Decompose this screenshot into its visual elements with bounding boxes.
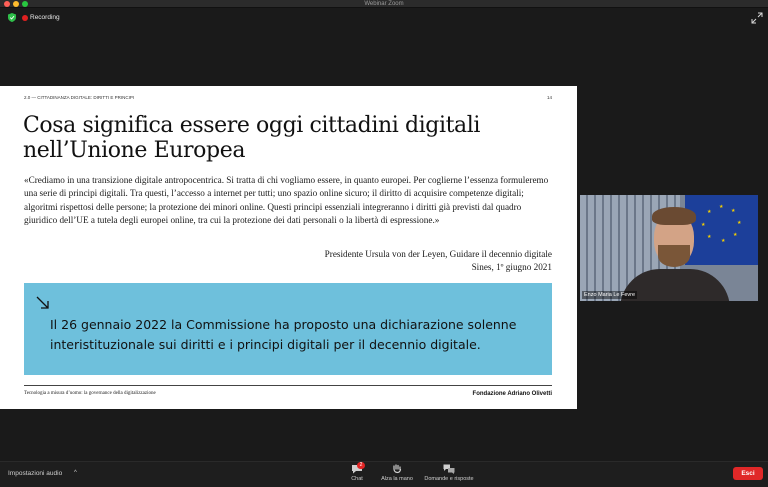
recording-label: Recording xyxy=(30,14,60,21)
qa-label: Domande e risposte xyxy=(424,476,474,482)
slide-title: Cosa significa essere oggi cittadini dig… xyxy=(23,113,553,163)
participant-name-label: Enzo Maria Le Fevre xyxy=(582,291,638,299)
slide-footer-divider xyxy=(24,385,552,386)
slide-quote: «Crediamo in una transizione digitale an… xyxy=(24,175,549,225)
audio-settings-button[interactable]: Impostazioni audio xyxy=(8,470,62,477)
slide-footer-left: Tecnologia a misura d’uomo: la governanc… xyxy=(24,391,156,396)
slide-page-number: 14 xyxy=(546,95,552,100)
attribution-place-date: Sines, 1º giugno 2021 xyxy=(471,262,552,273)
hand-icon xyxy=(393,464,402,474)
slide-section-label: 2.0 — CITTADINANZA DIGITALE: DIRITTI E P… xyxy=(24,95,135,100)
slide-title-line1: Cosa significa essere oggi cittadini dig… xyxy=(23,113,481,138)
raise-hand-label: Alza la mano xyxy=(381,476,413,482)
callout-text: Il 26 gennaio 2022 la Commissione ha pro… xyxy=(50,317,517,352)
participant-beard xyxy=(658,245,690,267)
slide-footer-right: Fondazione Adriano Olivetti xyxy=(472,391,552,397)
title-bar: Webinar Zoom xyxy=(0,0,768,8)
raise-hand-button[interactable]: Alza la mano xyxy=(377,464,417,483)
exit-meeting-button[interactable]: Esci xyxy=(733,467,763,480)
chat-unread-badge: 2 xyxy=(357,462,365,469)
arrow-down-right-icon xyxy=(36,296,49,309)
qa-icon xyxy=(443,464,455,474)
slide-title-line2: nell’Unione Europea xyxy=(23,138,246,163)
window-title: Webinar Zoom xyxy=(364,1,404,7)
slide-header: 2.0 — CITTADINANZA DIGITALE: DIRITTI E P… xyxy=(24,95,552,100)
chevron-up-icon[interactable]: ^ xyxy=(74,470,77,476)
attribution-author: Presidente Ursula von der Leyen, Guidare… xyxy=(324,249,552,259)
participant-hair xyxy=(652,207,696,225)
slide-attribution: Presidente Ursula von der Leyen, Guidare… xyxy=(24,248,552,274)
fullscreen-icon[interactable] xyxy=(751,12,763,24)
recording-icon xyxy=(22,15,28,21)
qa-button[interactable]: Domande e risposte xyxy=(424,464,474,483)
shield-icon[interactable] xyxy=(8,13,16,22)
eu-flag-icon: ★ ★ ★ ★ ★ ★ ★ ★ xyxy=(685,195,758,265)
participant-video[interactable]: ★ ★ ★ ★ ★ ★ ★ ★ xyxy=(580,195,758,301)
chat-label: Chat xyxy=(351,476,363,482)
